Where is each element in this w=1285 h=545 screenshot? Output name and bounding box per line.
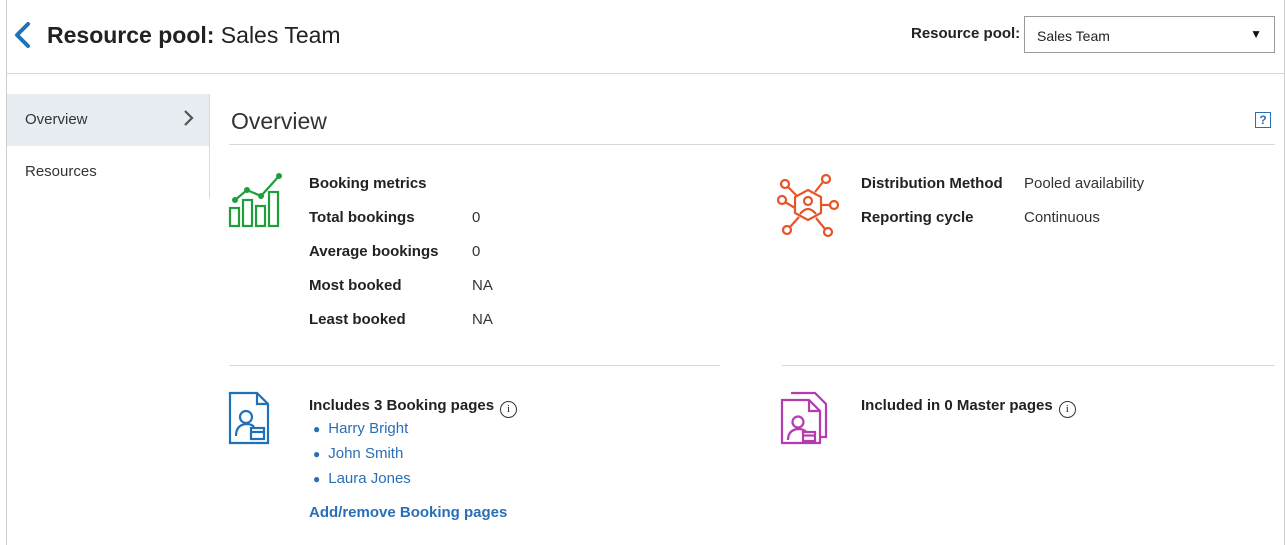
metrics-heading: Booking metrics [309,175,427,192]
bullet-icon: ● [313,447,321,461]
booking-page-link[interactable]: Harry Bright [328,420,408,437]
booking-pages-list: ● Harry Bright ● John Smith ● Laura Jones [313,420,411,495]
booking-page-icon [228,391,270,445]
metric-key: Average bookings [309,243,439,260]
resource-pool-select[interactable]: Sales Team ▼ [1024,16,1275,53]
distribution-key: Reporting cycle [861,209,974,226]
sidebar-item-overview[interactable]: Overview [7,94,209,146]
distribution-value: Pooled availability [1024,175,1145,192]
booking-page-link[interactable]: Laura Jones [328,470,411,487]
master-pages-icon [780,391,828,445]
sidebar: Overview Resources [7,94,210,198]
list-item: ● John Smith [313,445,411,470]
sidebar-item-label: Resources [25,163,97,180]
metric-value: 0 [472,209,481,226]
bullet-icon: ● [313,422,321,436]
list-item: ● Laura Jones [313,470,411,495]
metric-value: 0 [472,243,481,260]
metric-key: Least booked [309,311,406,328]
caret-down-icon: ▼ [1250,27,1262,41]
divider [229,365,720,366]
add-remove-booking-pages-link[interactable]: Add/remove Booking pages [309,504,507,521]
metric-key: Most booked [309,277,402,294]
back-button[interactable] [11,20,35,50]
info-icon[interactable]: i [500,401,518,418]
page-title: Resource pool: Sales Team [47,22,341,49]
sidebar-item-label: Overview [25,111,88,128]
bar-chart-icon [228,173,282,228]
booking-page-link[interactable]: John Smith [328,445,403,462]
page-title-name: Sales Team [214,22,341,48]
network-hub-icon [777,173,839,238]
sidebar-item-resources[interactable]: Resources [7,146,209,198]
booking-pages-title: Includes 3 Booking pages i [309,397,518,418]
page-title-label: Resource pool: [47,22,215,48]
info-icon[interactable]: i [1058,401,1076,418]
distribution-key: Distribution Method [861,175,1003,192]
resource-pool-value: Sales Team [1037,28,1110,44]
booking-pages-title-text: Includes 3 Booking pages [309,397,495,414]
master-pages-title: Included in 0 Master pages i [861,397,1076,418]
metric-value: NA [472,277,493,294]
master-pages-title-text: Included in 0 Master pages [861,397,1053,414]
bullet-icon: ● [313,472,321,486]
divider [229,144,1275,145]
divider [782,365,1275,366]
section-title: Overview [231,108,327,134]
metric-value: NA [472,311,493,328]
chevron-left-icon [15,22,30,48]
help-icon[interactable]: ? [1255,112,1271,128]
app-frame: Resource pool: Sales Team Resource pool:… [6,0,1285,545]
list-item: ● Harry Bright [313,420,411,445]
resource-pool-label: Resource pool: [911,25,1021,42]
page-header: Resource pool: Sales Team Resource pool:… [7,0,1284,74]
metric-key: Total bookings [309,209,415,226]
chevron-right-icon [184,110,194,126]
distribution-value: Continuous [1024,209,1100,226]
